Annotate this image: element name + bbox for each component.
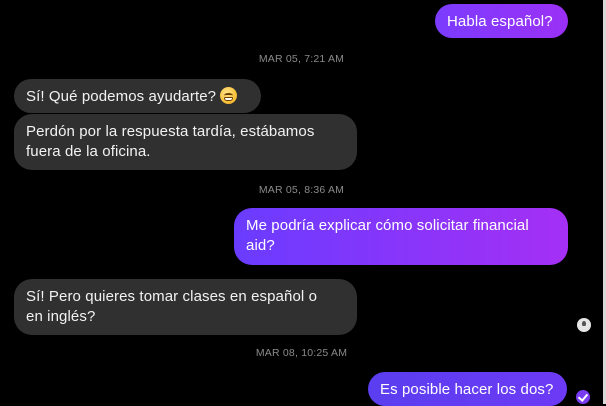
timestamp-divider: MAR 08, 10:25 AM — [255, 347, 348, 359]
message-text-line: aid? — [246, 237, 275, 254]
message-text: Habla español? — [447, 13, 553, 30]
grinning-face-icon — [220, 87, 238, 104]
timestamp-divider: MAR 05, 7:21 AM — [258, 53, 345, 65]
message-outgoing[interactable]: Es posible hacer los dos? — [368, 372, 567, 406]
message-text: Sí! Qué podemos ayudarte? — [26, 88, 217, 105]
message-text-line: Sí! Pero quieres tomar clases en español… — [26, 288, 318, 305]
timestamp-divider: MAR 05, 8:36 AM — [258, 184, 345, 196]
message-text-line: Me podría explicar cómo solicitar financ… — [246, 217, 529, 234]
message-incoming[interactable]: Sí! Qué podemos ayudarte? — [14, 79, 261, 113]
message-text: Es posible hacer los dos? — [380, 381, 554, 398]
sent-check-icon — [576, 390, 590, 404]
message-text-line: en inglés? — [26, 308, 96, 325]
message-text-line: Perdón por la respuesta tardía, estábamo… — [26, 123, 315, 140]
message-incoming[interactable]: Perdón por la respuesta tardía, estábamo… — [14, 114, 357, 170]
message-incoming[interactable]: Sí! Pero quieres tomar clases en español… — [14, 279, 357, 335]
message-text-line: fuera de la oficina. — [26, 143, 151, 160]
seen-indicator-icon — [577, 318, 591, 332]
message-outgoing[interactable]: Me podría explicar cómo solicitar financ… — [234, 208, 568, 265]
message-outgoing[interactable]: Habla español? — [435, 4, 568, 38]
